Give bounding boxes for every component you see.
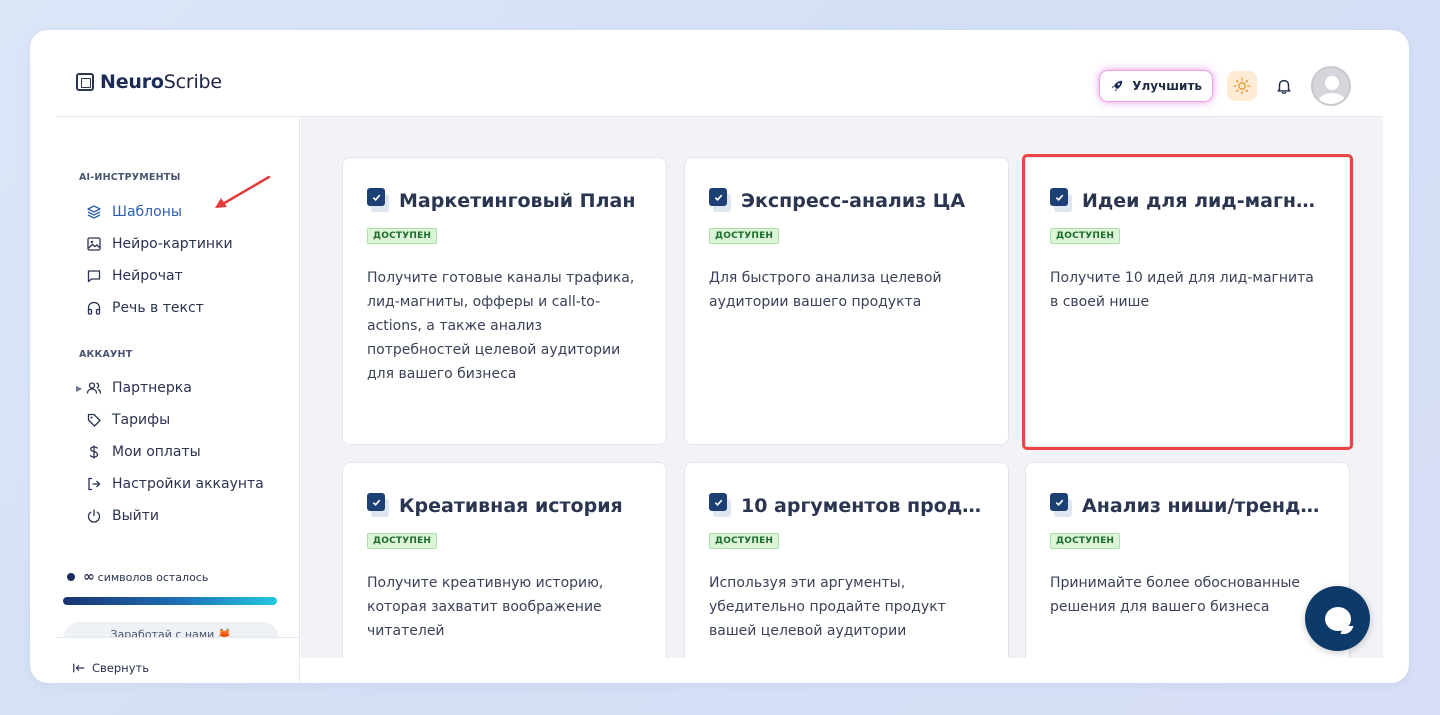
sidebar-item-partners[interactable]: ▶ Партнерка: [76, 372, 286, 404]
checkbox-icon: [367, 493, 391, 519]
card-description: Используя эти аргументы, убедительно про…: [709, 575, 946, 639]
card-description: Принимайте более обоснованные решения дл…: [1050, 575, 1301, 615]
annotation-arrow-icon: [215, 175, 271, 208]
template-card[interactable]: Экспресс-анализ ЦА ДОСТУПЕН Для быстрого…: [684, 157, 1009, 445]
upgrade-button[interactable]: Улучшить: [1099, 70, 1213, 102]
sidebar-item-label: Настройки аккаунта: [112, 476, 264, 492]
app-window: NeuroScribe Улучшить AI-ИНСТРУМЕНТЫ Шабл…: [30, 30, 1409, 683]
template-card[interactable]: Маркетинговый План ДОСТУПЕН Получите гот…: [342, 157, 667, 445]
templates-grid: Маркетинговый План ДОСТУПЕН Получите гот…: [301, 117, 1383, 658]
user-avatar[interactable]: [1311, 66, 1351, 106]
checkbox-icon: [367, 188, 391, 214]
dollar-icon: [89, 445, 99, 459]
logo-icon: [76, 73, 94, 91]
card-title: Креативная история: [399, 495, 623, 517]
card-title: Маркетинговый План: [399, 190, 636, 212]
rocket-icon: [1110, 79, 1124, 93]
sun-icon: [1233, 77, 1251, 95]
chat-icon: [87, 270, 101, 283]
sidebar: AI-ИНСТРУМЕНТЫ Шаблоны Нейро-картинки Не…: [56, 117, 300, 683]
checkbox-icon: [709, 493, 733, 519]
brand-name: NeuroScribe: [100, 71, 222, 93]
sidebar-item-label: Тарифы: [112, 412, 171, 428]
account-nav: ▶ Партнерка Тарифы Мои оплаты Настройки …: [76, 372, 286, 532]
card-description: Получите 10 идей для лид-магнита в своей…: [1050, 270, 1314, 310]
status-badge: ДОСТУПЕН: [367, 228, 438, 244]
card-title: Анализ ниши/трендов: [1082, 495, 1325, 517]
checkbox-icon: [1050, 493, 1074, 519]
credits-symbol: ∞: [83, 569, 95, 585]
sidebar-footer: Свернуть: [56, 638, 299, 683]
status-badge: ДОСТУПЕН: [1050, 228, 1121, 244]
users-icon: [86, 382, 102, 394]
header: NeuroScribe Улучшить: [30, 30, 1409, 116]
section-title-tools: AI-ИНСТРУМЕНТЫ: [79, 172, 181, 183]
sidebar-item-label: Партнерка: [112, 380, 192, 396]
checkbox-icon: [1050, 188, 1074, 214]
sidebar-item-speech-to-text[interactable]: Речь в текст: [86, 292, 286, 324]
template-card[interactable]: Креативная история ДОСТУПЕН Получите кре…: [342, 462, 667, 658]
section-title-account: АККАУНТ: [79, 349, 133, 360]
support-chat-button[interactable]: [1305, 586, 1370, 651]
card-description: Получите креативную историю, которая зах…: [367, 575, 604, 639]
template-card[interactable]: 10 аргументов продат… ДОСТУПЕН Используя…: [684, 462, 1009, 658]
tag-icon: [87, 413, 101, 427]
sidebar-item-account-settings[interactable]: Настройки аккаунта: [86, 468, 286, 500]
sidebar-item-label: Речь в текст: [112, 300, 204, 316]
template-card-highlighted[interactable]: Идеи для лид-магнита ДОСТУПЕН Получите 1…: [1022, 154, 1353, 450]
chat-bubble-icon: [1324, 606, 1351, 631]
checkbox-icon: [709, 188, 733, 214]
image-icon: [87, 237, 101, 251]
credits-progress-bar: [63, 597, 277, 605]
sidebar-item-label: Нейро-картинки: [112, 236, 233, 252]
card-description: Для быстрого анализа целевой аудитории в…: [709, 270, 942, 310]
brand-logo[interactable]: NeuroScribe: [76, 71, 222, 93]
credits-text: символов осталось: [97, 570, 209, 584]
bell-icon: [1277, 79, 1291, 94]
collapse-button[interactable]: Свернуть: [72, 661, 149, 675]
status-dot: [67, 573, 75, 581]
status-badge: ДОСТУПЕН: [709, 533, 780, 549]
sidebar-item-payments[interactable]: Мои оплаты: [86, 436, 286, 468]
card-title: Идеи для лид-магнита: [1082, 190, 1325, 212]
tools-nav: Шаблоны Нейро-картинки Нейрочат Речь в т…: [86, 196, 286, 324]
status-badge: ДОСТУПЕН: [367, 533, 438, 549]
status-badge: ДОСТУПЕН: [709, 228, 780, 244]
sidebar-item-label: Выйти: [112, 508, 160, 524]
sidebar-item-label: Шаблоны: [112, 204, 182, 220]
sidebar-item-logout[interactable]: Выйти: [86, 500, 286, 532]
card-description: Получите готовые каналы трафика, лид-маг…: [367, 270, 635, 382]
login-icon: [88, 477, 101, 491]
card-title: Экспресс-анализ ЦА: [741, 190, 966, 212]
credits-progress-fill: [63, 597, 277, 605]
headphones-icon: [87, 301, 101, 315]
upgrade-label: Улучшить: [1132, 79, 1202, 93]
expand-caret-icon[interactable]: ▶: [76, 384, 82, 393]
sidebar-item-neurochat[interactable]: Нейрочат: [86, 260, 286, 292]
card-title: 10 аргументов продат…: [741, 495, 984, 517]
layers-icon: [87, 205, 101, 219]
template-card[interactable]: Анализ ниши/трендов ДОСТУПЕН Принимайте …: [1025, 462, 1350, 658]
notifications-button[interactable]: [1271, 73, 1297, 99]
status-badge: ДОСТУПЕН: [1050, 533, 1121, 549]
collapse-label: Свернуть: [92, 661, 149, 675]
power-icon: [87, 509, 101, 523]
sidebar-item-label: Нейрочат: [112, 268, 183, 284]
sidebar-item-tariffs[interactable]: Тарифы: [86, 404, 286, 436]
theme-toggle-button[interactable]: [1227, 71, 1257, 101]
credits-remaining: ∞ символов осталось: [65, 569, 208, 585]
sidebar-item-neuro-images[interactable]: Нейро-картинки: [86, 228, 286, 260]
sidebar-item-label: Мои оплаты: [112, 444, 201, 460]
collapse-icon: [73, 663, 85, 673]
